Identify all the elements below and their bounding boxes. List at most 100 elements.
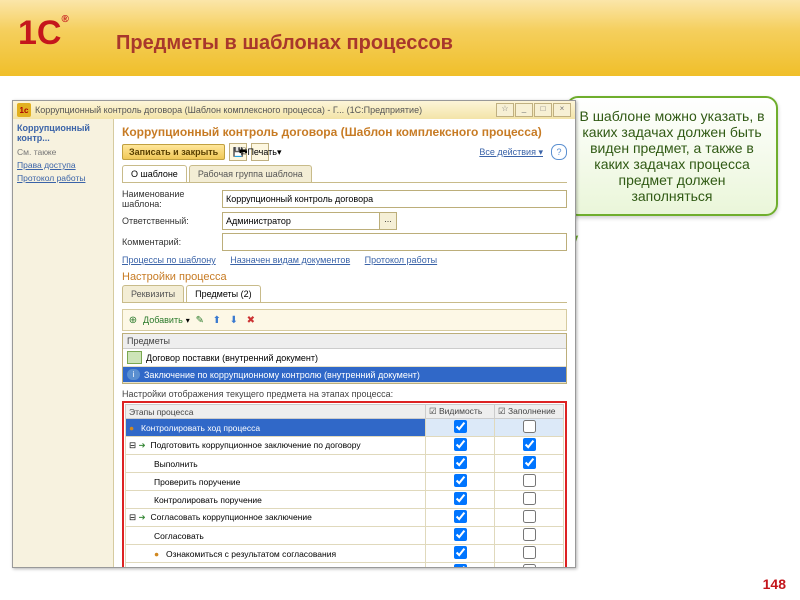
delete-icon[interactable]: ✖ <box>244 313 258 327</box>
tab-requisites[interactable]: Реквизиты <box>122 285 184 302</box>
items-toolbar: ⊕ Добавить▾ ✎ ⬆ ⬇ ✖ <box>122 309 567 331</box>
r8-fill[interactable] <box>523 546 536 559</box>
window-titlebar[interactable]: 1c Коррупционный контроль договора (Шабл… <box>13 101 575 119</box>
lbl-name: Наименование шаблона: <box>122 189 222 209</box>
add-icon[interactable]: ⊕ <box>126 313 140 327</box>
up-icon[interactable]: ⬆ <box>210 313 224 327</box>
visibility-label: Настройки отображения текущего предмета … <box>122 389 567 399</box>
resp-select-button[interactable]: … <box>379 212 397 230</box>
callout-text: В шаблоне можно указать, в каких задачах… <box>579 108 764 204</box>
lbl-comm: Комментарий: <box>122 237 222 247</box>
help-icon[interactable]: ? <box>551 144 567 160</box>
r4-label: Проверить поручение <box>154 477 240 487</box>
page-number: 148 <box>763 576 786 592</box>
link-assigned[interactable]: Назначен видам документов <box>230 255 350 265</box>
input-name[interactable] <box>222 190 567 208</box>
r1-fill[interactable] <box>523 420 536 433</box>
r3-vis[interactable] <box>454 456 467 469</box>
r2-fill[interactable] <box>523 438 536 451</box>
form-title: Коррупционный контроль договора (Шаблон … <box>122 125 567 139</box>
r3-label: Выполнить <box>154 459 198 469</box>
print-label: Печать <box>247 147 276 157</box>
stages-table: Этапы процесса ☑ Видимость ☑ Заполнение … <box>125 404 564 567</box>
link-log[interactable]: Протокол работы <box>365 255 437 265</box>
tabs-sub: Реквизиты Предметы (2) <box>122 285 567 303</box>
sidebar-seealso: См. также <box>17 147 109 157</box>
section-title: Настройки процесса <box>122 271 567 283</box>
slide-header: 1C® Предметы в шаблонах процессов <box>0 0 800 76</box>
edit-icon[interactable]: ✎ <box>193 313 207 327</box>
add-button[interactable]: Добавить <box>143 315 183 325</box>
doc-icon <box>127 351 142 364</box>
row-6[interactable]: ⊟ ➜Согласовать коррупционное заключение <box>126 509 564 527</box>
row-9[interactable]: ➜Ознакомиться с заключением по коррупцио… <box>126 563 564 568</box>
r6-fill[interactable] <box>523 510 536 523</box>
app-icon: 1c <box>17 103 31 117</box>
row-5[interactable]: Контролировать поручение <box>126 491 564 509</box>
row-2[interactable]: ⊟ ➜Подготовить коррупционное заключение … <box>126 437 564 455</box>
r5-fill[interactable] <box>523 492 536 505</box>
window-title: Коррупционный контроль договора (Шаблон … <box>35 105 422 115</box>
r7-vis[interactable] <box>454 528 467 541</box>
r5-label: Контролировать поручение <box>154 495 262 505</box>
r9-fill[interactable] <box>523 564 536 567</box>
items-header: Предметы <box>123 334 566 349</box>
r9-label: Ознакомиться с заключением по коррупцион… <box>141 566 379 567</box>
sidebar-link-log[interactable]: Протокол работы <box>17 173 109 183</box>
toolbar: Записать и закрыть 💾 🖶 Печать▾ Все дейст… <box>122 143 567 161</box>
print-button[interactable]: 🖶 Печать▾ <box>251 143 269 161</box>
items-list: Предметы Договор поставки (внутренний до… <box>122 333 567 384</box>
input-comm[interactable] <box>222 233 567 251</box>
r9-vis[interactable] <box>454 564 467 567</box>
close-button[interactable]: × <box>553 103 571 117</box>
info-icon: i <box>127 369 140 380</box>
row-4[interactable]: Проверить поручение <box>126 473 564 491</box>
r3-fill[interactable] <box>523 456 536 469</box>
r4-vis[interactable] <box>454 474 467 487</box>
r5-vis[interactable] <box>454 492 467 505</box>
row-8[interactable]: ●Ознакомиться с результатом согласования <box>126 545 564 563</box>
row-1[interactable]: ●Контролировать ход процесса <box>126 419 564 437</box>
r2-vis[interactable] <box>454 438 467 451</box>
tabs-top: О шаблоне Рабочая группа шаблона <box>122 165 567 183</box>
tab-about[interactable]: О шаблоне <box>122 165 187 182</box>
row-7[interactable]: Согласовать <box>126 527 564 545</box>
slide-title: Предметы в шаблонах процессов <box>116 32 453 55</box>
r2-label: Подготовить коррупционное заключение по … <box>150 440 360 450</box>
min-button[interactable]: _ <box>515 103 533 117</box>
r7-label: Согласовать <box>154 531 204 541</box>
col-fill[interactable]: Заполнение <box>508 406 556 416</box>
row-3[interactable]: Выполнить <box>126 455 564 473</box>
r4-fill[interactable] <box>523 474 536 487</box>
tab-subjects[interactable]: Предметы (2) <box>186 285 261 302</box>
r8-label: Ознакомиться с результатом согласования <box>166 549 336 559</box>
sidebar-link-access[interactable]: Права доступа <box>17 160 109 170</box>
r1-label: Контролировать ход процесса <box>141 423 260 433</box>
r8-vis[interactable] <box>454 546 467 559</box>
sidebar: Коррупционный контр... См. также Права д… <box>13 119 114 567</box>
sidebar-heading: Коррупционный контр... <box>17 123 109 143</box>
input-resp[interactable] <box>222 212 380 230</box>
r6-label: Согласовать коррупционное заключение <box>150 512 311 522</box>
item-1-label: Договор поставки (внутренний документ) <box>146 353 318 363</box>
item-row-1[interactable]: Договор поставки (внутренний документ) <box>123 349 566 367</box>
item-2-label: Заключение по коррупционному контролю (в… <box>144 370 420 380</box>
r6-vis[interactable] <box>454 510 467 523</box>
col-stages[interactable]: Этапы процесса <box>126 405 426 419</box>
highlight-box: Этапы процесса ☑ Видимость ☑ Заполнение … <box>122 401 567 567</box>
lbl-resp: Ответственный: <box>122 216 222 226</box>
max-button[interactable]: □ <box>534 103 552 117</box>
tab-workgroup[interactable]: Рабочая группа шаблона <box>189 165 312 182</box>
logo-1c: 1C® <box>18 14 69 53</box>
save-close-button[interactable]: Записать и закрыть <box>122 144 225 160</box>
callout-bubble: В шаблоне можно указать, в каких задачах… <box>566 96 778 216</box>
item-row-2[interactable]: i Заключение по коррупционному контролю (… <box>123 367 566 383</box>
all-actions-link[interactable]: Все действия <box>479 147 543 158</box>
down-icon[interactable]: ⬇ <box>227 313 241 327</box>
col-visibility[interactable]: Видимость <box>439 406 482 416</box>
r1-vis[interactable] <box>454 420 467 433</box>
r7-fill[interactable] <box>523 528 536 541</box>
fav-icon[interactable]: ☆ <box>496 103 514 117</box>
link-processes[interactable]: Процессы по шаблону <box>122 255 216 265</box>
main-pane: Коррупционный контроль договора (Шаблон … <box>114 119 575 567</box>
